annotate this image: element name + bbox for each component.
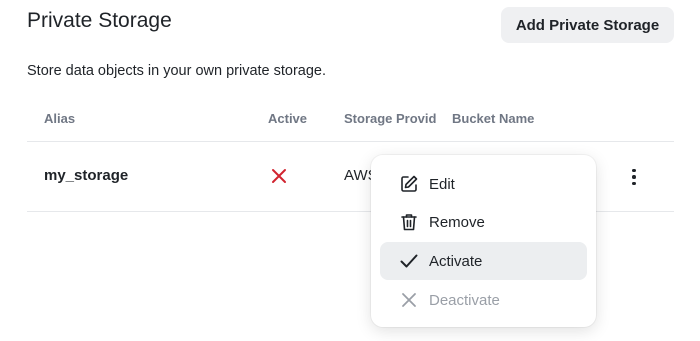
menu-item-label: Deactivate [429,291,500,309]
x-icon [271,166,287,186]
check-icon [398,250,420,272]
menu-item-label: Edit [429,175,455,193]
private-storage-page: Private Storage Add Private Storage Stor… [0,0,700,341]
column-header-bucket-name: Bucket Name [452,111,535,126]
menu-item-remove[interactable]: Remove [380,203,587,241]
add-private-storage-button[interactable]: Add Private Storage [501,7,674,43]
trash-icon [398,211,420,233]
storage-alias: my_storage [44,167,129,184]
row-actions-menu: Edit Remove Activate Deactivate [371,155,596,327]
page-title: Private Storage [27,9,172,32]
x-icon [398,289,420,311]
menu-item-label: Activate [429,252,483,270]
table-header: Alias Active Storage Provider Bucket Nam… [27,103,674,142]
column-header-active: Active [268,111,308,126]
page-description: Store data objects in your own private s… [27,63,327,79]
row-actions-kebab-icon[interactable] [623,164,645,190]
menu-item-activate[interactable]: Activate [380,242,587,280]
pencil-square-icon [398,173,420,195]
menu-item-deactivate: Deactivate [380,281,587,319]
menu-item-label: Remove [429,213,485,231]
column-header-alias: Alias [44,111,76,126]
column-header-storage-provider: Storage Provider [344,111,436,126]
menu-item-edit[interactable]: Edit [380,165,587,203]
